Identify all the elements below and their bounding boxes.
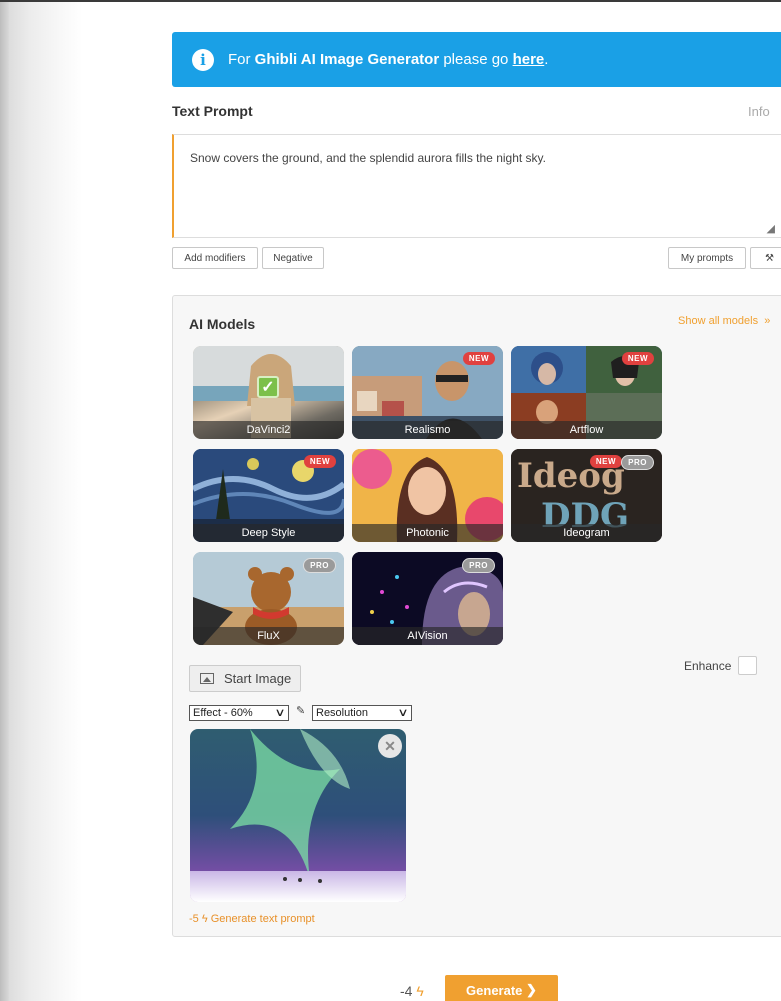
model-label-flux: FluX	[193, 627, 344, 645]
pro-badge: PRO	[462, 558, 495, 573]
add-modifiers-button[interactable]: Add modifiers	[172, 247, 258, 269]
prompt-textarea[interactable]: Snow covers the ground, and the splendid…	[172, 134, 781, 238]
generate-text-prompt-cost: -5	[189, 913, 199, 925]
model-card-davinci2[interactable]: ✓ DaVinci2	[193, 346, 344, 439]
magic-wand-icon: ⚒	[765, 252, 774, 264]
aurora-image	[190, 729, 406, 902]
pencil-icon[interactable]: ✎	[296, 704, 305, 717]
new-badge: NEW	[462, 352, 495, 365]
image-icon	[200, 673, 214, 684]
new-badge: NEW	[589, 455, 622, 468]
banner-suffix: .	[544, 51, 549, 68]
chevron-right-icon: ❯	[522, 982, 537, 997]
info-icon: i	[192, 48, 214, 71]
start-image-preview	[190, 729, 406, 902]
model-card-flux[interactable]: PRO FluX	[193, 552, 344, 645]
generate-text-prompt-label: Generate text prompt	[210, 913, 315, 925]
chevron-down-icon: ∨	[274, 707, 286, 719]
pro-badge: PRO	[621, 455, 654, 470]
model-card-artflow[interactable]: NEW Artflow	[511, 346, 662, 439]
my-prompts-button[interactable]: My prompts	[668, 247, 746, 269]
bolt-icon: ϟ	[201, 913, 208, 925]
info-link-label: Info	[748, 104, 770, 119]
model-label-realismo: Realismo	[352, 421, 503, 439]
prompt-text: Snow covers the ground, and the splendid…	[190, 151, 546, 165]
window-top-border	[0, 0, 781, 2]
effect-select-value: Effect - 60%	[193, 707, 253, 719]
enhance-label: Enhance	[684, 659, 732, 673]
model-label-ideogram: Ideogram	[511, 524, 662, 542]
resolution-select[interactable]: Resolution ∨	[312, 705, 412, 721]
model-label-deep-style: Deep Style	[193, 524, 344, 542]
banner-middle: please go	[443, 51, 509, 68]
generate-button[interactable]: Generate ❯	[445, 975, 558, 1001]
left-side-shadow	[0, 2, 82, 1001]
resize-handle-icon[interactable]: ◢	[767, 222, 775, 235]
show-all-models-link[interactable]: Show all models »	[678, 315, 770, 327]
model-card-aivision[interactable]: PRO AIVision	[352, 552, 503, 645]
generate-cost-value: -4	[400, 983, 413, 999]
pro-badge: PRO	[303, 558, 336, 573]
double-chevron-down-icon: »	[761, 315, 771, 327]
start-image-label: Start Image	[224, 671, 292, 686]
model-card-realismo[interactable]: NEW Realismo	[352, 346, 503, 439]
banner-here-link[interactable]: here	[513, 51, 545, 68]
model-card-deep-style[interactable]: NEW Deep Style	[193, 449, 344, 542]
generate-cost: -4 ϟ	[400, 983, 424, 999]
generate-button-label: Generate	[466, 982, 523, 998]
model-label-davinci2: DaVinci2	[193, 421, 344, 439]
enhance-checkbox[interactable]	[738, 656, 757, 675]
model-label-artflow: Artflow	[511, 421, 662, 439]
show-all-models-label: Show all models	[678, 315, 759, 327]
text-prompt-label: Text Prompt	[172, 103, 253, 119]
start-image-button[interactable]: Start Image	[189, 665, 301, 692]
ai-models-title: AI Models	[189, 316, 256, 332]
new-badge: NEW	[621, 352, 654, 365]
info-link[interactable]: Info	[748, 104, 770, 119]
chevron-down-icon: ∨	[397, 707, 409, 719]
model-label-photonic: Photonic	[352, 524, 503, 542]
bolt-icon: ϟ	[416, 983, 424, 999]
negative-button[interactable]: Negative	[262, 247, 324, 269]
generate-text-prompt-link[interactable]: -5 ϟ Generate text prompt	[189, 913, 315, 925]
model-card-ideogram[interactable]: Ideog DDG NEW PRO Ideogram	[511, 449, 662, 542]
new-badge: NEW	[303, 455, 336, 468]
ghibli-info-banner: i For Ghibli AI Image Generator please g…	[172, 32, 781, 87]
banner-prefix: For	[228, 51, 251, 68]
model-card-photonic[interactable]: Photonic	[352, 449, 503, 542]
resolution-select-value: Resolution	[316, 707, 368, 719]
banner-bold-text: Ghibli AI Image Generator	[254, 51, 440, 68]
magic-wand-button[interactable]: ⚒	[750, 247, 781, 269]
effect-select[interactable]: Effect - 60% ∨	[189, 705, 289, 721]
selected-check-icon: ✓	[257, 376, 279, 398]
model-label-aivision: AIVision	[352, 627, 503, 645]
remove-image-close-icon[interactable]: ✕	[378, 734, 402, 758]
